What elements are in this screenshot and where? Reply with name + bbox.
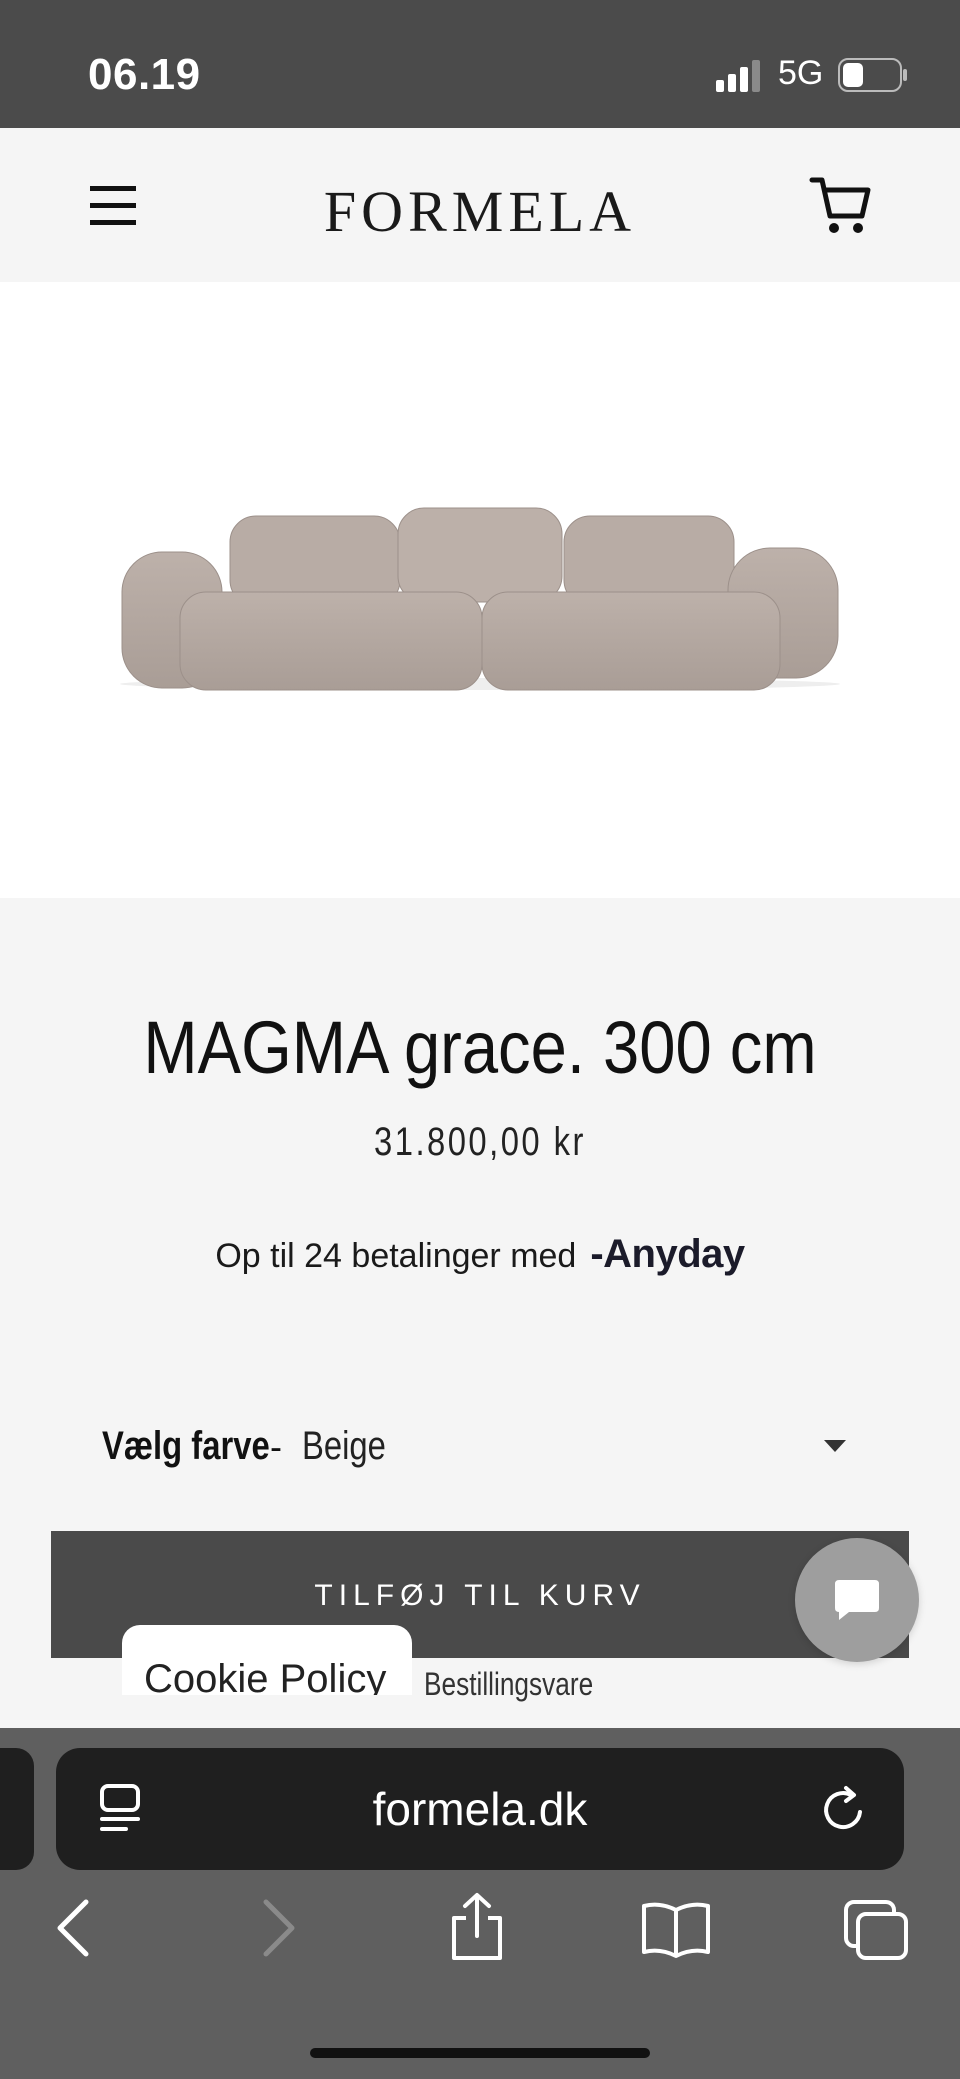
- status-time: 06.19: [88, 50, 201, 99]
- address-bar[interactable]: formela.dk: [56, 1748, 904, 1870]
- color-select-label: Vælg farve: [102, 1424, 270, 1468]
- sofa-illustration: [120, 507, 840, 691]
- tabs-icon[interactable]: [842, 1898, 910, 1962]
- color-select-value: Beige: [302, 1424, 386, 1468]
- product-price: 31.800,00 kr: [374, 1120, 586, 1164]
- status-bar: 06.19 5G: [0, 0, 960, 128]
- installments-text: Op til 24 betalinger med: [215, 1237, 577, 1275]
- previous-tab-preview[interactable]: [0, 1748, 34, 1870]
- product-image[interactable]: [0, 282, 960, 898]
- color-select[interactable]: Vælg farve - Beige: [102, 1420, 862, 1480]
- product-title: MAGMA grace. 300 cm: [143, 1006, 817, 1089]
- order-note: Bestillingsvare: [424, 1666, 594, 1702]
- share-icon[interactable]: [448, 1892, 506, 1962]
- network-label: 5G: [778, 54, 824, 92]
- url-text: formela.dk: [372, 1783, 588, 1835]
- chevron-left-icon[interactable]: [52, 1898, 96, 1958]
- signal-icon: [716, 60, 760, 92]
- browser-bar: formela.dk: [0, 1728, 960, 2079]
- installments-info[interactable]: Op til 24 betalinger med -Anyday: [0, 1232, 960, 1277]
- battery-icon: [838, 58, 907, 92]
- site-header: FORMELA: [0, 128, 960, 282]
- reload-icon[interactable]: [820, 1784, 868, 1834]
- color-select-separator: -: [270, 1426, 282, 1467]
- chevron-right-icon[interactable]: [256, 1898, 300, 1958]
- cookie-policy-tab[interactable]: Cookie Policy: [122, 1625, 412, 1695]
- home-indicator: [310, 2048, 650, 2058]
- book-icon[interactable]: [640, 1900, 712, 1958]
- chevron-down-icon: [824, 1440, 846, 1452]
- chat-bubble-icon: [835, 1580, 879, 1620]
- shopping-cart-icon[interactable]: [808, 172, 874, 238]
- chat-button[interactable]: [795, 1538, 919, 1662]
- anyday-logo: -Anyday: [590, 1232, 745, 1276]
